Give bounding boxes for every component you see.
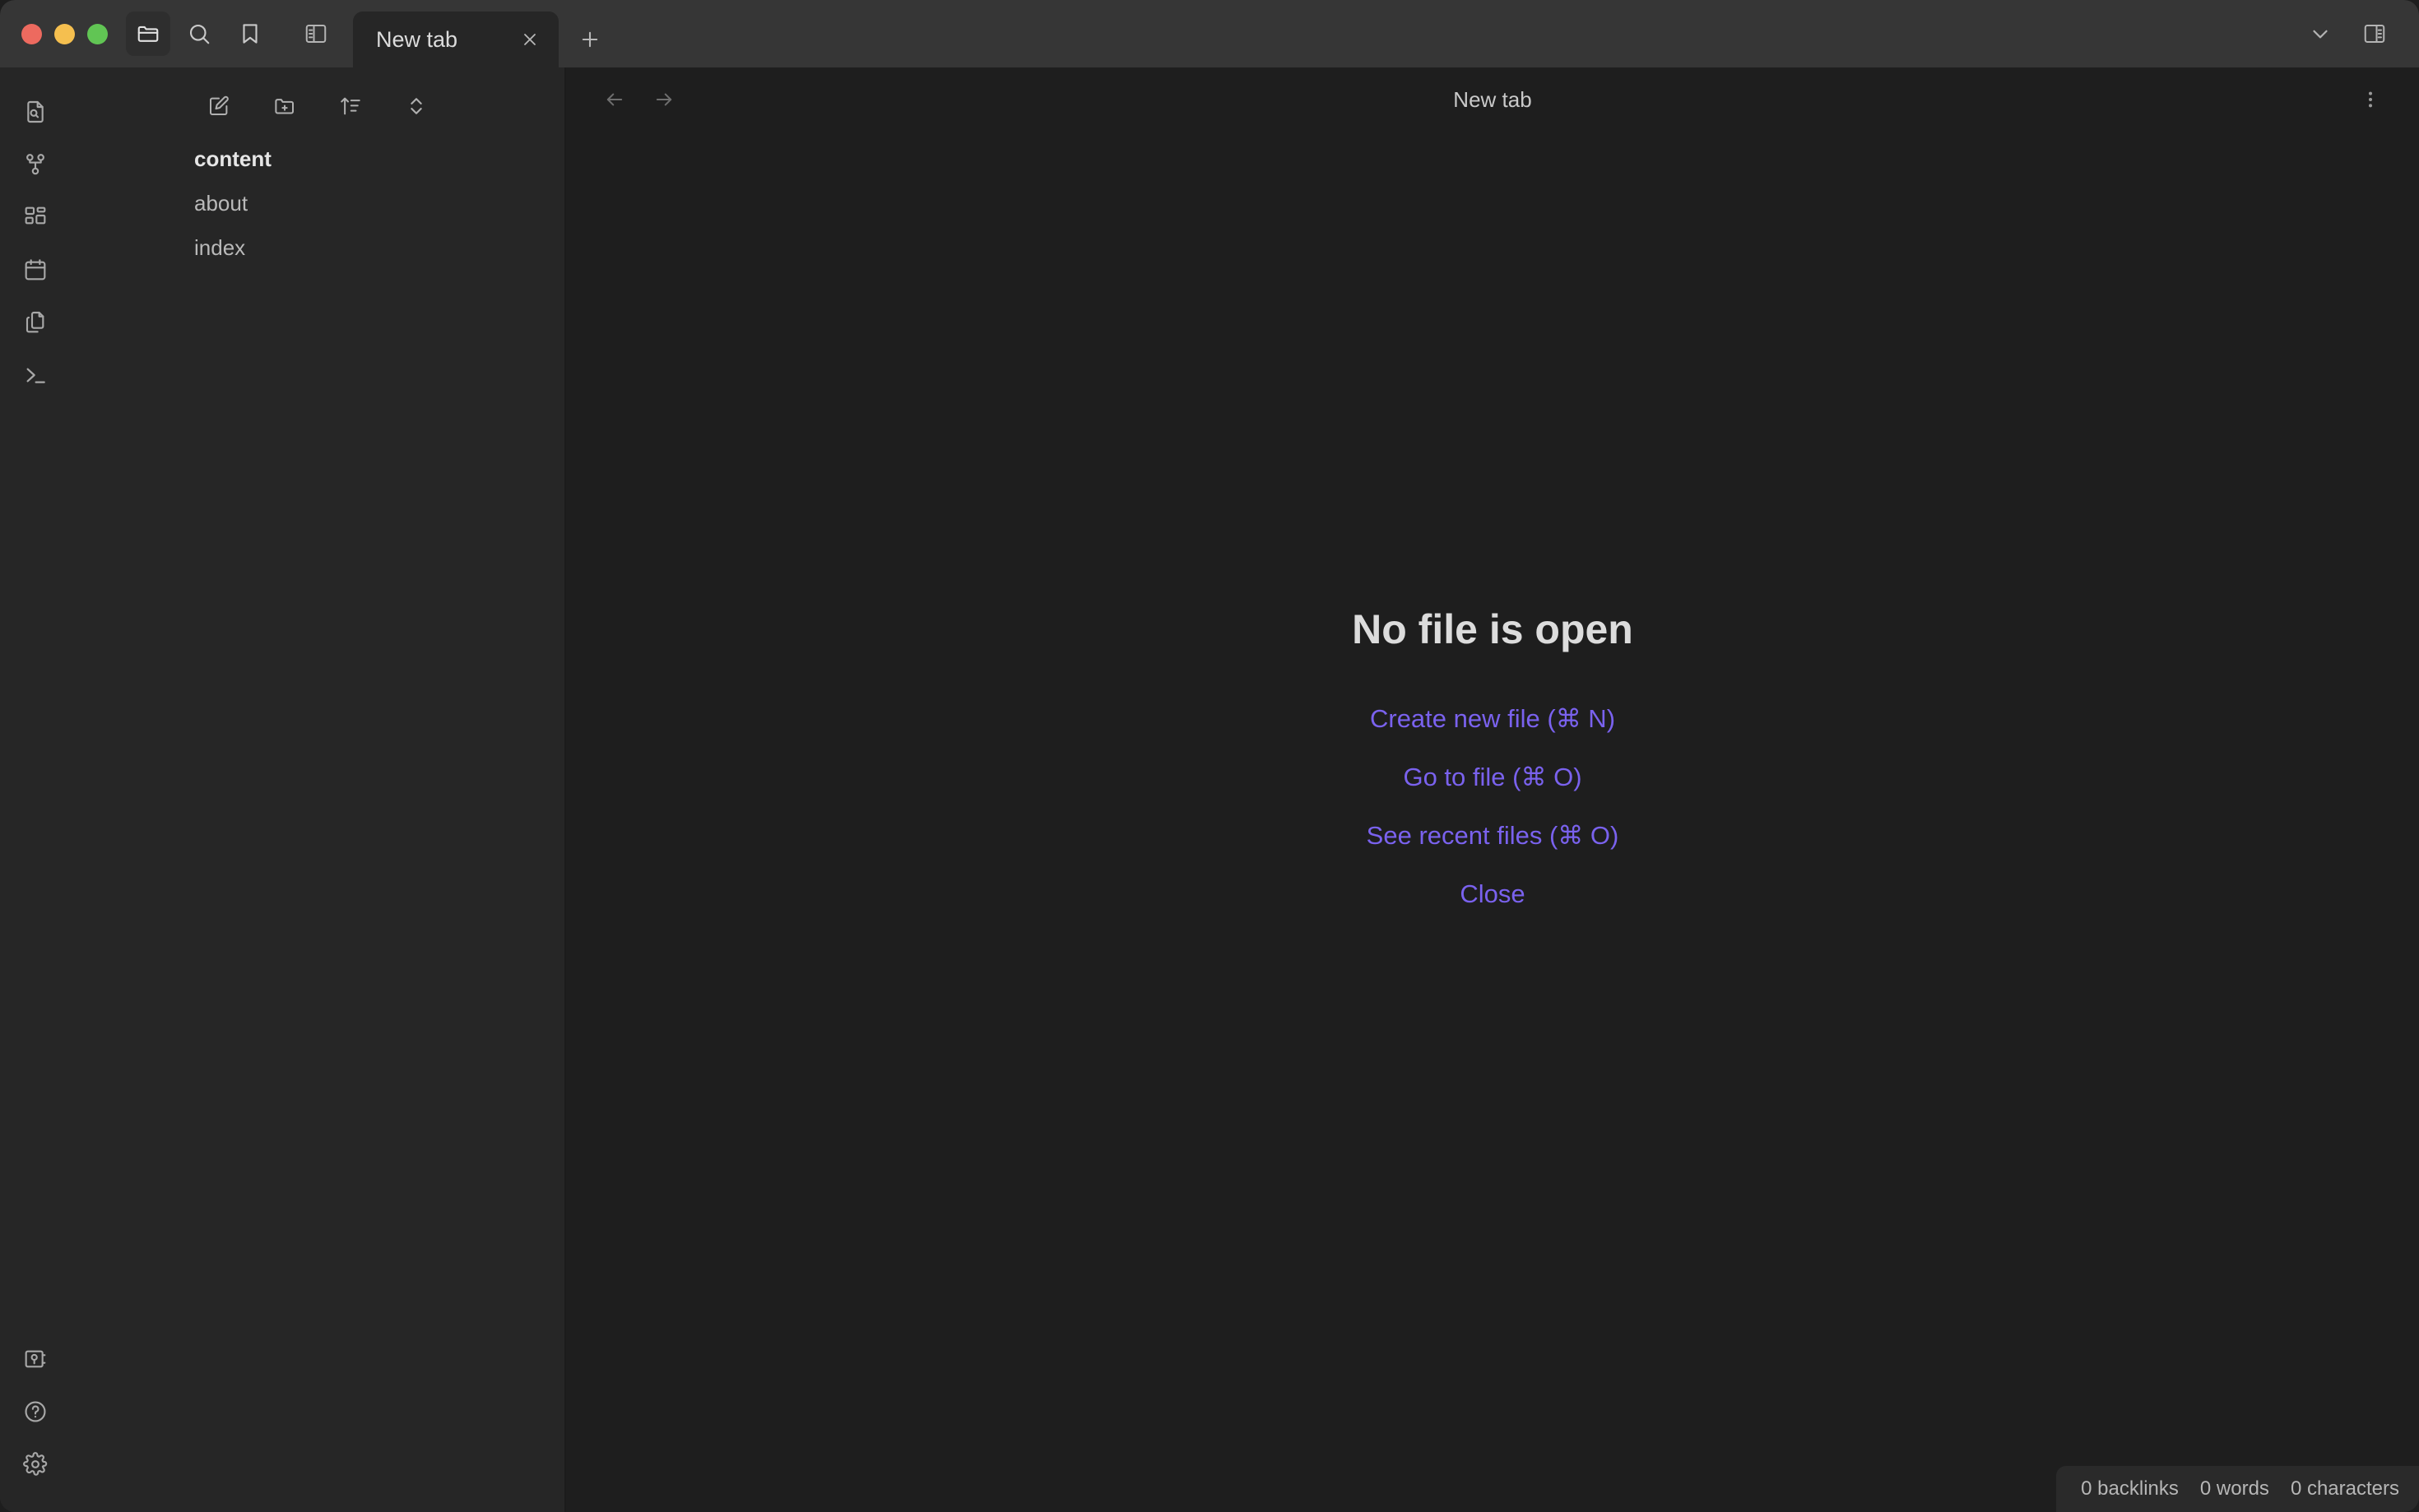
tab-title: New tab (376, 26, 458, 52)
terminal-icon[interactable] (9, 349, 62, 401)
empty-state-title: No file is open (1352, 606, 1633, 652)
left-icon-rail (0, 67, 71, 1512)
app-body: content about index New tab No file is o… (0, 67, 2419, 1512)
graph-view-icon[interactable] (9, 138, 62, 191)
tab-strip: New tab (353, 0, 2297, 67)
file-search-icon[interactable] (9, 86, 62, 138)
close-link[interactable]: Close (1460, 881, 1525, 907)
file-explorer-toolbar (71, 67, 564, 132)
forward-arrow-icon[interactable] (645, 81, 683, 118)
more-options-icon[interactable] (2352, 81, 2389, 118)
help-icon[interactable] (9, 1385, 62, 1438)
file-list: content about index (71, 132, 564, 270)
file-explorer-panel: content about index (71, 67, 566, 1512)
settings-gear-icon[interactable] (9, 1438, 62, 1491)
list-item[interactable]: about (71, 181, 564, 225)
empty-state: No file is open Create new file (⌘ N) Go… (566, 132, 2419, 1512)
calendar-icon[interactable] (9, 243, 62, 296)
add-tab-button[interactable] (567, 12, 613, 67)
new-folder-icon[interactable] (267, 88, 303, 124)
new-note-icon[interactable] (201, 88, 237, 124)
page-title: New tab (1453, 86, 1532, 112)
titlebar: New tab (0, 0, 2419, 67)
back-arrow-icon[interactable] (596, 81, 634, 118)
main-pane: New tab No file is open Create new file … (566, 67, 2419, 1512)
rail-top-group (9, 86, 62, 401)
go-to-file-link[interactable]: Go to file (⌘ O) (1403, 764, 1581, 790)
rail-bottom-group (9, 1333, 62, 1491)
titlebar-right-actions (2297, 11, 2419, 57)
close-window-button[interactable] (21, 23, 42, 44)
tab-new-tab[interactable]: New tab (353, 12, 559, 67)
close-icon[interactable] (516, 26, 544, 53)
collapse-expand-icon[interactable] (398, 88, 434, 124)
vault-icon[interactable] (9, 1333, 62, 1385)
character-count[interactable]: 0 characters (2291, 1477, 2399, 1500)
app-window: New tab content about index New tab No f… (0, 0, 2419, 1512)
sort-icon[interactable] (332, 88, 369, 124)
left-sidebar-toggle-icon[interactable] (294, 12, 338, 56)
search-icon[interactable] (177, 12, 221, 56)
navigation-controls (596, 81, 683, 118)
folder-icon[interactable] (126, 12, 170, 56)
see-recent-files-link[interactable]: See recent files (⌘ O) (1367, 823, 1619, 848)
window-controls (0, 23, 126, 44)
canvas-grid-icon[interactable] (9, 191, 62, 243)
view-header: New tab (566, 67, 2419, 132)
word-count[interactable]: 0 words (2200, 1477, 2269, 1500)
titlebar-left-actions (126, 12, 272, 56)
copy-files-icon[interactable] (9, 296, 62, 349)
bookmark-icon[interactable] (228, 12, 272, 56)
status-bar: 0 backlinks 0 words 0 characters (2056, 1466, 2419, 1512)
create-new-file-link[interactable]: Create new file (⌘ N) (1370, 706, 1615, 731)
right-sidebar-toggle-icon[interactable] (2352, 11, 2398, 57)
list-item[interactable]: index (71, 225, 564, 270)
minimize-window-button[interactable] (54, 23, 75, 44)
backlinks-count[interactable]: 0 backlinks (2081, 1477, 2179, 1500)
chevron-down-icon[interactable] (2297, 11, 2343, 57)
list-item[interactable]: content (71, 137, 564, 181)
maximize-window-button[interactable] (87, 23, 108, 44)
